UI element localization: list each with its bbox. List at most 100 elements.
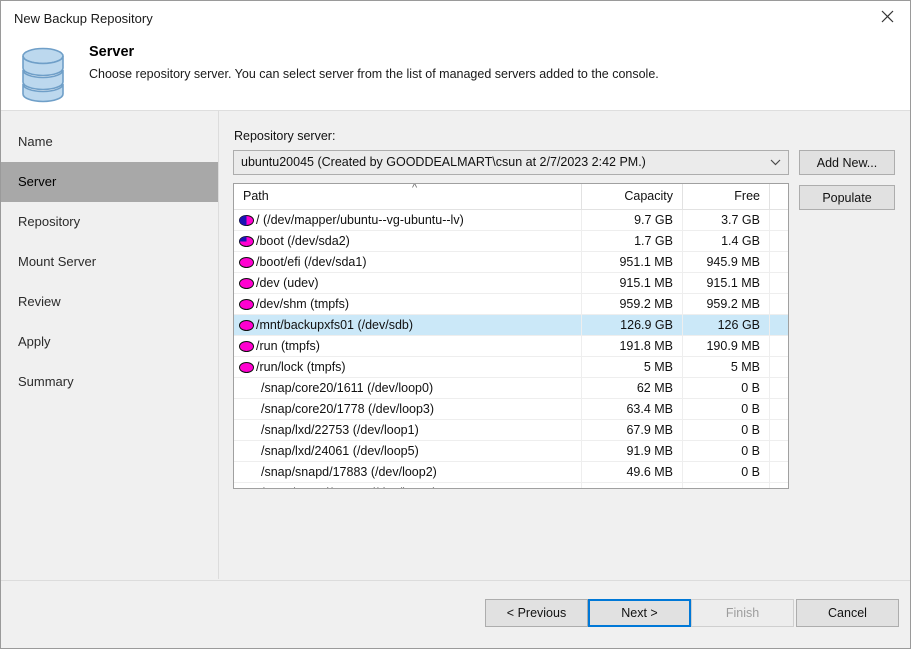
cell-free: 0 B (682, 462, 769, 482)
path-text: /snap/snapd/17883 (/dev/loop2) (261, 465, 437, 479)
cell-path: /dev/shm (tmpfs) (234, 294, 581, 314)
sidebar-item-server[interactable]: Server (1, 162, 218, 202)
sidebar-item-repository[interactable]: Repository (1, 202, 218, 242)
path-text: /run (tmpfs) (256, 339, 320, 353)
cell-path: /snap/snapd/17883 (/dev/loop2) (234, 462, 581, 482)
sidebar-item-apply[interactable]: Apply (1, 322, 218, 362)
cell-path: /snap/core20/1611 (/dev/loop0) (234, 378, 581, 398)
sidebar-item-summary[interactable]: Summary (1, 362, 218, 402)
disk-usage-icon (239, 278, 254, 289)
path-text: /snap/core20/1611 (/dev/loop0) (261, 381, 433, 395)
table-row[interactable]: /snap/lxd/22753 (/dev/loop1)67.9 MB0 B (234, 420, 788, 441)
listview-body: / (/dev/mapper/ubuntu--vg-ubuntu--lv) 9.7… (234, 210, 788, 489)
path-text: /dev (udev) (256, 276, 319, 290)
cell-path: /snap/lxd/24061 (/dev/loop5) (234, 441, 581, 461)
table-row[interactable]: /dev (udev)915.1 MB915.1 MB (234, 273, 788, 294)
cell-spacer (769, 378, 788, 398)
cell-spacer (769, 357, 788, 377)
column-header-capacity[interactable]: Capacity (581, 184, 682, 209)
path-text: /snap/lxd/24061 (/dev/loop5) (261, 444, 419, 458)
listview-header: Path ^ Capacity Free (234, 184, 788, 210)
table-row[interactable]: /snap/snapd/17950 (/dev/loop4)49.9 MB0 B (234, 483, 788, 489)
cell-free: 126 GB (682, 315, 769, 335)
cell-free: 0 B (682, 420, 769, 440)
sidebar-item-mount-server[interactable]: Mount Server (1, 242, 218, 282)
table-row[interactable]: /run/lock (tmpfs)5 MB5 MB (234, 357, 788, 378)
sidebar-item-label: Repository (18, 214, 80, 229)
sidebar-item-label: Apply (18, 334, 51, 349)
table-row[interactable]: /snap/snapd/17883 (/dev/loop2) 49.6 MB0 B (234, 462, 788, 483)
path-text: /boot/efi (/dev/sda1) (256, 255, 366, 269)
cell-free: 3.7 GB (682, 210, 769, 230)
column-header-path[interactable]: Path ^ (234, 184, 581, 209)
cell-spacer (769, 252, 788, 272)
cell-path: /snap/core20/1778 (/dev/loop3) (234, 399, 581, 419)
sidebar-item-label: Server (18, 174, 56, 189)
disk-usage-icon (239, 320, 254, 331)
cell-path: /run (tmpfs) (234, 336, 581, 356)
repository-server-select[interactable]: ubuntu20045 (Created by GOODDEALMART\csu… (233, 150, 789, 175)
table-row[interactable]: /snap/core20/1778 (/dev/loop3)63.4 MB0 B (234, 399, 788, 420)
sidebar-item-label: Mount Server (18, 254, 96, 269)
cell-path: /dev (udev) (234, 273, 581, 293)
column-header-free[interactable]: Free (682, 184, 769, 209)
finish-button: Finish (691, 599, 794, 627)
cell-capacity: 49.6 MB (581, 462, 682, 482)
cell-capacity: 63.4 MB (581, 399, 682, 419)
next-button[interactable]: Next > (588, 599, 691, 627)
disk-usage-icon (239, 215, 254, 226)
close-icon[interactable] (864, 1, 910, 31)
cell-spacer (769, 336, 788, 356)
cell-spacer (769, 231, 788, 251)
cell-free: 0 B (682, 483, 769, 489)
table-row[interactable]: /snap/lxd/24061 (/dev/loop5)91.9 MB0 B (234, 441, 788, 462)
cell-capacity: 62 MB (581, 378, 682, 398)
wizard-steps-sidebar: Name Server Repository Mount Server Revi… (1, 111, 219, 579)
table-row[interactable]: /snap/core20/1611 (/dev/loop0)62 MB0 B (234, 378, 788, 399)
cell-path: /boot (/dev/sda2) (234, 231, 581, 251)
cancel-button[interactable]: Cancel (796, 599, 899, 627)
path-text: / (/dev/mapper/ubuntu--vg-ubuntu--lv) (256, 213, 464, 227)
cell-capacity: 67.9 MB (581, 420, 682, 440)
table-row[interactable]: /boot (/dev/sda2)1.7 GB1.4 GB (234, 231, 788, 252)
table-row[interactable]: / (/dev/mapper/ubuntu--vg-ubuntu--lv) 9.7… (234, 210, 788, 231)
disk-usage-icon (239, 341, 254, 352)
cell-path: /run/lock (tmpfs) (234, 357, 581, 377)
database-cylinder-icon (17, 46, 69, 104)
cell-path: /snap/snapd/17950 (/dev/loop4) (234, 483, 581, 489)
disk-usage-icon (239, 257, 254, 268)
cell-capacity: 191.8 MB (581, 336, 682, 356)
sidebar-item-name[interactable]: Name (1, 122, 218, 162)
repository-server-value: ubuntu20045 (Created by GOODDEALMART\csu… (241, 155, 646, 169)
main-content: Repository server: ubuntu20045 (Created … (219, 111, 910, 579)
cell-path: / (/dev/mapper/ubuntu--vg-ubuntu--lv) (234, 210, 581, 230)
cell-capacity: 915.1 MB (581, 273, 682, 293)
table-row[interactable]: /run (tmpfs)191.8 MB190.9 MB (234, 336, 788, 357)
path-text: /snap/core20/1778 (/dev/loop3) (261, 402, 434, 416)
cell-capacity: 959.2 MB (581, 294, 682, 314)
new-backup-repository-dialog: New Backup Repository Server Choose repo… (0, 0, 911, 649)
table-row[interactable]: /dev/shm (tmpfs)959.2 MB959.2 MB (234, 294, 788, 315)
paths-listview[interactable]: Path ^ Capacity Free / (/dev/mapper/ubun… (233, 183, 789, 489)
table-row[interactable]: /mnt/backupxfs01 (/dev/sdb)126.9 GB126 G… (234, 315, 788, 336)
sidebar-item-review[interactable]: Review (1, 282, 218, 322)
cell-path: /boot/efi (/dev/sda1) (234, 252, 581, 272)
dialog-header: Server Choose repository server. You can… (1, 39, 910, 111)
sort-ascending-icon: ^ (412, 183, 417, 194)
populate-button[interactable]: Populate (799, 185, 895, 210)
cell-free: 959.2 MB (682, 294, 769, 314)
cell-free: 945.9 MB (682, 252, 769, 272)
disk-usage-icon (239, 362, 254, 373)
column-header-spacer (769, 184, 788, 209)
cell-capacity: 5 MB (581, 357, 682, 377)
table-row[interactable]: /boot/efi (/dev/sda1)951.1 MB945.9 MB (234, 252, 788, 273)
cell-spacer (769, 462, 788, 482)
cell-spacer (769, 210, 788, 230)
cell-free: 5 MB (682, 357, 769, 377)
cell-capacity: 126.9 GB (581, 315, 682, 335)
column-header-path-label: Path (243, 189, 269, 203)
cell-capacity: 9.7 GB (581, 210, 682, 230)
cell-capacity: 49.9 MB (581, 483, 682, 489)
previous-button[interactable]: < Previous (485, 599, 588, 627)
add-new-button[interactable]: Add New... (799, 150, 895, 175)
